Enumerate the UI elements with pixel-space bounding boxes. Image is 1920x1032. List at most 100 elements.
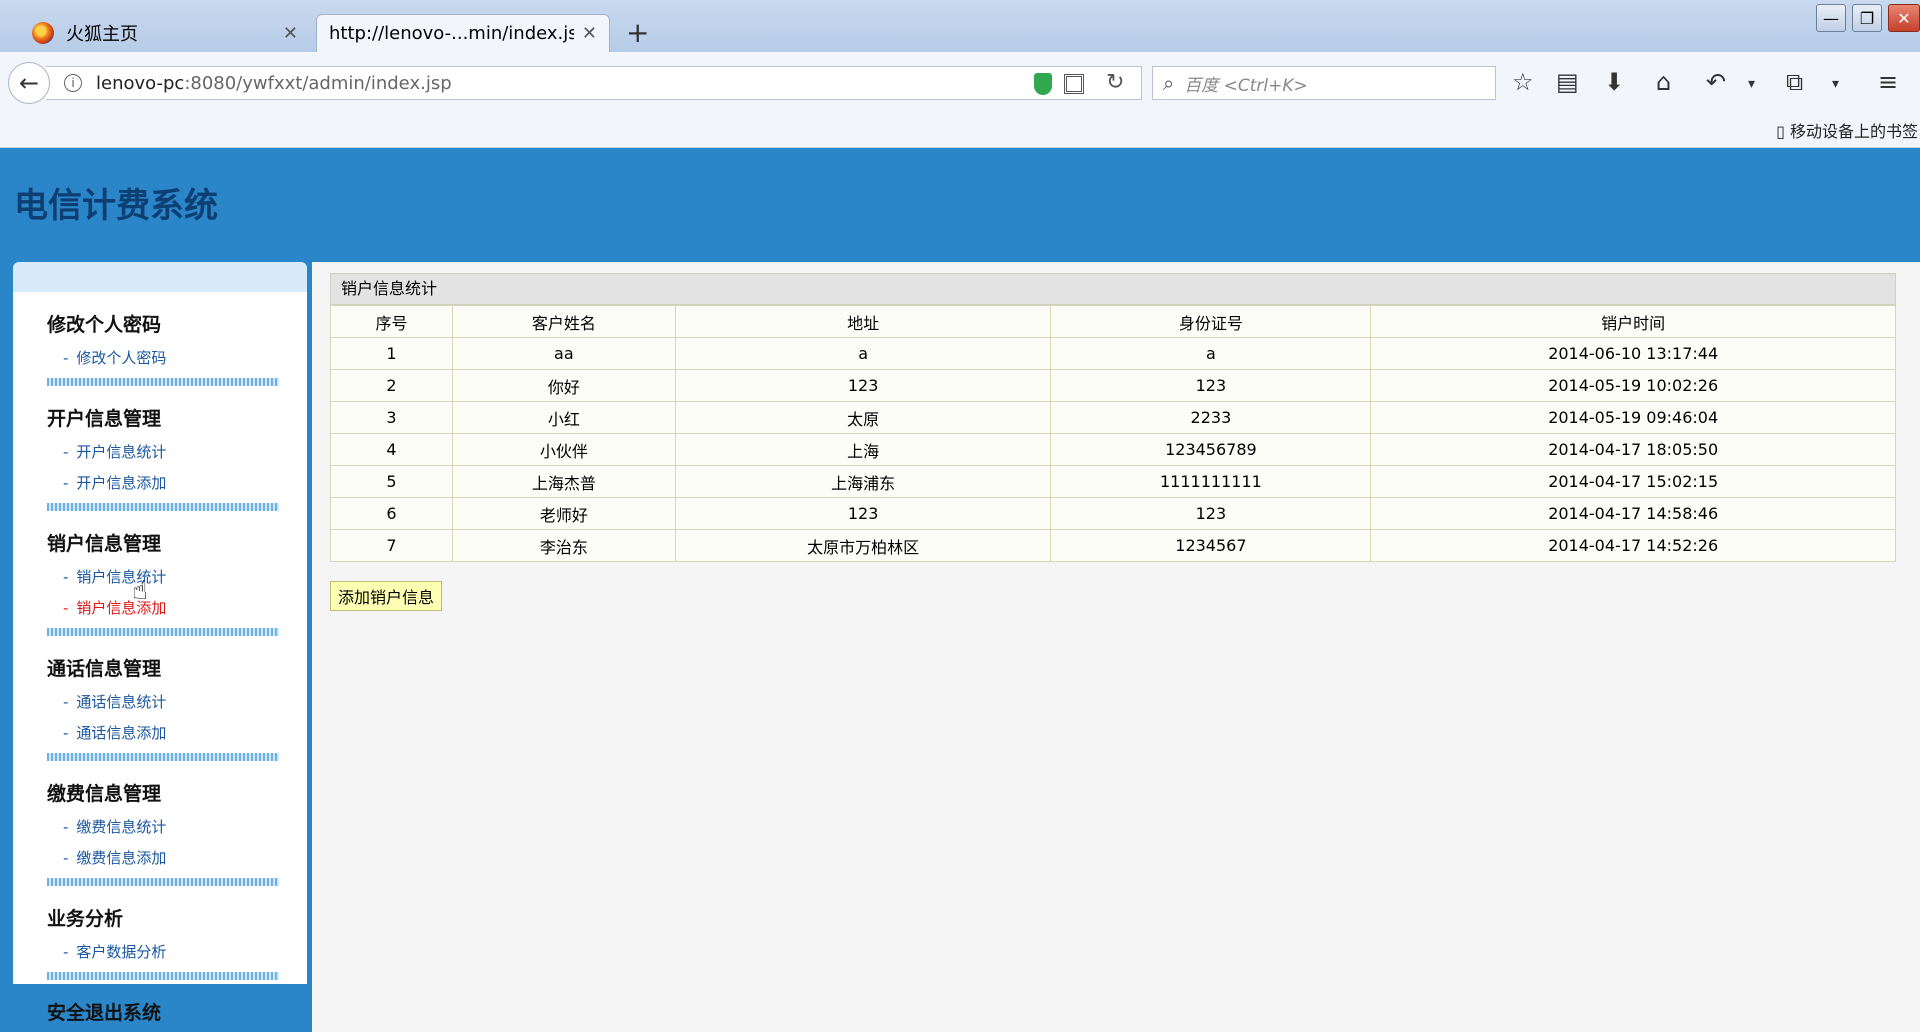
sidebar-link[interactable]: - 开户信息统计 (63, 441, 287, 462)
sidebar-divider (47, 503, 279, 511)
sidebar-link-bullet: - (63, 568, 69, 586)
hand-cursor-icon: ☝ (132, 576, 148, 606)
sidebar-link-label: 缴费信息统计 (76, 818, 167, 836)
sidebar-link[interactable]: - 销户信息统计 (63, 566, 287, 587)
tab-label: 火狐主页 (66, 24, 138, 45)
browser-nav-bar: i lenovo-pc:8080/ywfxxt/admin/index.jsp … (0, 52, 1920, 112)
home-icon[interactable]: ⌂ (1656, 68, 1671, 96)
sidebar-link-label: 缴费信息添加 (76, 849, 167, 867)
sidebar-divider (47, 878, 279, 886)
main-content: 销户信息统计 序号 客户姓名 地址 身份证号 销户时间 1 aa a a 2014-06-10 … (312, 262, 1920, 1032)
sidebar-link-bullet: - (63, 818, 69, 836)
sidebar-link-label: 通话信息添加 (76, 724, 167, 742)
shield-icon[interactable] (1034, 73, 1052, 95)
sidebar-group-title: 安全退出系统 (47, 1002, 162, 1024)
mobile-bookmarks-link[interactable]: ▯ 移动设备上的书签 (1776, 118, 1918, 142)
bookmarks-bar: ▯ 移动设备上的书签 (0, 112, 1920, 148)
sidebar-link-bullet: - (63, 849, 69, 867)
sidebar-link[interactable]: - 通话信息统计 (63, 691, 287, 712)
table-cell: 小伙伴 (451, 433, 676, 466)
sidebar-link-bullet: - (63, 943, 69, 961)
close-tab-icon[interactable]: ✕ (283, 23, 298, 44)
browser-tab-bar: 火狐主页 ✕ http://lenovo-...min/index.jsp ✕ … (0, 0, 1920, 52)
url-host: lenovo-pc (96, 72, 185, 94)
table-cell: 太原 (674, 401, 1052, 434)
sidebar-link-bullet: - (63, 474, 69, 492)
chevron-down-icon[interactable]: ▾ (1832, 76, 1839, 92)
sidebar-group-title: 通话信息管理 (47, 658, 162, 680)
table-row: 6 老师好 123 123 2014-04-17 14:58:46 (330, 497, 1896, 530)
sidebar-link-label: 销户信息统计 (76, 568, 167, 586)
table-row: 4 小伙伴 上海 123456789 2014-04-17 18:05:50 (330, 433, 1896, 466)
sidebar-link-label: 开户信息统计 (76, 443, 167, 461)
sidebar-divider (47, 753, 279, 761)
restore-button[interactable]: ❐ (1852, 4, 1882, 32)
reading-list-icon[interactable]: ▤ (1556, 68, 1579, 96)
table-body: 1 aa a a 2014-06-10 13:17:44 2 你好 123 123 2014-05… (330, 337, 1896, 562)
undo-icon[interactable]: ↶ (1706, 68, 1726, 96)
sidebar-link-label: 销户信息添加 (76, 599, 167, 617)
page-body: 电信计费系统 修改个人密码 - 修改个人密码 开户信息管理 - 开户信息统计 - 开户信息添加… (0, 148, 1920, 1032)
site-info-icon[interactable]: i (64, 74, 82, 92)
table-row: 5 上海杰普 上海浦东 1111111111 2014-04-17 15:02:15 (330, 465, 1896, 498)
bookmark-star-icon[interactable]: ☆ (1512, 68, 1534, 96)
minimize-button[interactable]: — (1816, 4, 1846, 32)
table-cell: 上海 (674, 433, 1052, 466)
sidebar-group-title: 开户信息管理 (47, 408, 162, 430)
tab-firefox-home[interactable]: 火狐主页 ✕ (20, 14, 310, 52)
table-cell: 老师好 (451, 497, 676, 530)
sidebar-link[interactable]: - 缴费信息添加 (63, 847, 287, 868)
search-icon: ⌕ (1163, 71, 1175, 95)
sidebar-group-title: 缴费信息管理 (47, 783, 162, 805)
back-button[interactable]: ← (8, 62, 50, 104)
close-window-button[interactable]: ✕ (1888, 4, 1920, 32)
table-header-row: 序号 客户姓名 地址 身份证号 销户时间 (330, 305, 1896, 338)
tab-label: http://lenovo-...min/index.jsp (329, 23, 574, 44)
table-cell: 2233 (1050, 401, 1372, 434)
sidebar-group: 业务分析 - 客户数据分析 (47, 904, 287, 980)
table-cell: 你好 (451, 369, 676, 402)
menu-icon[interactable]: ≡ (1878, 68, 1898, 96)
sidebar-link-label: 客户数据分析 (76, 943, 167, 961)
crop-icon[interactable]: ⧉ (1786, 68, 1803, 96)
table-cell: a (674, 337, 1052, 370)
table-cell: 2 (330, 369, 453, 402)
sidebar-link[interactable]: - 销户信息添加 (63, 597, 287, 618)
sidebar-group-title: 销户信息管理 (47, 533, 162, 555)
download-icon[interactable]: ⬇ (1604, 68, 1624, 96)
table-cell: 3 (330, 401, 453, 434)
table-cell: 太原市万柏林区 (674, 529, 1052, 562)
sidebar-link[interactable]: - 缴费信息统计 (63, 816, 287, 837)
sidebar-link[interactable]: - 客户数据分析 (63, 941, 287, 962)
table-cell: 1111111111 (1050, 465, 1372, 498)
search-input[interactable]: ⌕ 百度 <Ctrl+K> (1152, 66, 1496, 100)
table-cell: 2014-05-19 09:46:04 (1370, 401, 1896, 434)
sidebar-divider (47, 628, 279, 636)
qr-code-icon[interactable] (1064, 74, 1084, 94)
table-row: 3 小红 太原 2233 2014-05-19 09:46:04 (330, 401, 1896, 434)
table-cell: 1 (330, 337, 453, 370)
table-cell: 123456789 (1050, 433, 1372, 466)
table-cell: 2014-04-17 18:05:50 (1370, 433, 1896, 466)
sidebar-link-label: 修改个人密码 (76, 349, 167, 367)
chevron-down-icon[interactable]: ▾ (1748, 76, 1755, 92)
close-tab-icon[interactable]: ✕ (582, 23, 597, 44)
table-cell: 123 (1050, 369, 1372, 402)
sidebar-link[interactable]: - 通话信息添加 (63, 722, 287, 743)
tab-admin-index[interactable]: http://lenovo-...min/index.jsp ✕ (316, 14, 610, 52)
new-tab-button[interactable]: + (626, 16, 649, 49)
column-header: 客户姓名 (451, 305, 676, 338)
sidebar-link[interactable]: - 开户信息添加 (63, 472, 287, 493)
sidebar-link-bullet: - (63, 693, 69, 711)
column-header: 销户时间 (1370, 305, 1896, 338)
sidebar-link[interactable]: - 修改个人密码 (63, 347, 287, 368)
url-bar[interactable]: i lenovo-pc:8080/ywfxxt/admin/index.jsp (46, 66, 1142, 100)
add-closed-account-button[interactable]: 添加销户信息 (330, 581, 442, 611)
sidebar-link-bullet: - (63, 443, 69, 461)
table-cell: 123 (1050, 497, 1372, 530)
sidebar-group: 开户信息管理 - 开户信息统计 - 开户信息添加 (47, 404, 287, 511)
table-row: 2 你好 123 123 2014-05-19 10:02:26 (330, 369, 1896, 402)
table-cell: 李治东 (451, 529, 676, 562)
sidebar-link-bullet: - (63, 599, 69, 617)
reload-icon[interactable]: ↻ (1106, 70, 1124, 95)
